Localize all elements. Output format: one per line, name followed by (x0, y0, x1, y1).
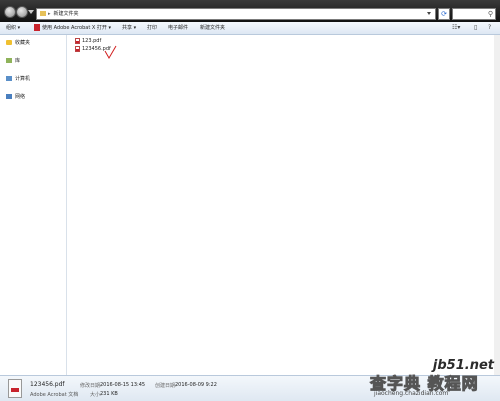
file-list: 123.pdf 123456.pdf (67, 35, 500, 375)
modified-value: 2016-08-15 13:45 (100, 382, 146, 388)
folder-icon (40, 11, 46, 16)
back-button[interactable] (4, 6, 16, 18)
organize-button[interactable]: 组织 ▾ (6, 22, 20, 34)
recent-pages-dropdown[interactable] (28, 10, 34, 14)
details-file-name: 123456.pdf (30, 381, 65, 388)
file-name: 123.pdf (82, 38, 102, 44)
refresh-button[interactable]: ⟳ (438, 8, 450, 20)
view-options-icon[interactable]: ☷▾ (452, 24, 460, 32)
network-icon (6, 94, 12, 99)
acrobat-icon (34, 24, 40, 31)
pdf-file-icon (8, 379, 22, 398)
modified-label: 修改日期: (80, 383, 102, 389)
checkmark-annotation (104, 45, 117, 59)
computer-icon (6, 76, 12, 81)
sidebar-item-label: 库 (15, 58, 21, 64)
size-value: 231 KB (100, 391, 118, 397)
pdf-file-icon (75, 37, 80, 44)
email-button[interactable]: 电子邮件 (168, 22, 188, 34)
preview-pane-icon[interactable]: ▯ (474, 24, 477, 32)
pdf-file-icon (75, 45, 80, 52)
breadcrumb-separator: ▸ (48, 11, 51, 17)
navigation-pane: 收藏夹 库 计算机 网络 (0, 35, 67, 375)
command-toolbar: 组织 ▾ 使用 Adobe Acrobat X 打开 ▾ 共享 ▾ 打印 电子邮… (0, 22, 500, 35)
forward-button[interactable] (16, 6, 28, 18)
sidebar-item-label: 计算机 (15, 76, 31, 82)
details-pane: 123456.pdf Adobe Acrobat 文档 修改日期: 2016-0… (0, 375, 500, 401)
help-icon[interactable]: ? (488, 24, 491, 32)
breadcrumb-current-folder[interactable]: 新建文件夹 (54, 11, 79, 17)
list-item[interactable]: 123.pdf (75, 37, 101, 45)
details-file-type: Adobe Acrobat 文档 (30, 392, 79, 398)
search-input[interactable]: ⚲ (452, 8, 496, 20)
address-dropdown[interactable] (427, 12, 431, 15)
created-value: 2016-08-09 9:22 (175, 382, 217, 388)
star-icon (6, 40, 12, 45)
search-icon: ⚲ (487, 10, 493, 18)
sidebar-item-label: 收藏夹 (15, 40, 31, 46)
address-bar[interactable]: ▸ 新建文件夹 (36, 8, 436, 20)
library-icon (6, 58, 12, 63)
sidebar-item-label: 网络 (15, 94, 26, 100)
print-button[interactable]: 打印 (147, 22, 157, 34)
title-bar: ▸ 新建文件夹 ⟳ ⚲ (0, 0, 500, 22)
open-with-button[interactable]: 使用 Adobe Acrobat X 打开 ▾ (34, 22, 111, 34)
sidebar-item-computer[interactable]: 计算机 (6, 75, 30, 83)
created-label: 创建日期: (155, 383, 177, 389)
sidebar-item-favorites[interactable]: 收藏夹 (6, 39, 30, 47)
share-button[interactable]: 共享 ▾ (122, 22, 136, 34)
new-folder-button[interactable]: 新建文件夹 (200, 22, 225, 34)
vertical-scrollbar[interactable] (494, 35, 500, 375)
sidebar-item-library[interactable]: 库 (6, 57, 20, 65)
open-with-label: 使用 Adobe Acrobat X 打开 ▾ (42, 25, 111, 31)
sidebar-item-network[interactable]: 网络 (6, 93, 25, 101)
refresh-icon: ⟳ (441, 10, 447, 18)
